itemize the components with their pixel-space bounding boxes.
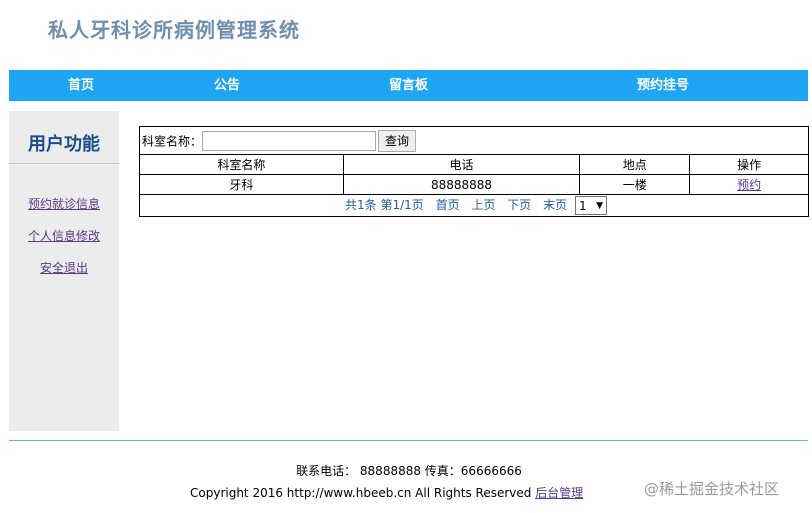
- department-search-input[interactable]: [202, 130, 377, 151]
- page-select-value: 1: [578, 198, 587, 213]
- column-header-location: 地点: [579, 154, 691, 175]
- pager-prev-link[interactable]: 上页: [471, 198, 495, 212]
- watermark-text: @稀土掘金技术社区: [644, 480, 780, 498]
- search-row: 科室名称： 查询: [139, 126, 809, 155]
- sidebar-link-appointments[interactable]: 预约就诊信息: [9, 195, 119, 212]
- sidebar-divider: [9, 163, 119, 164]
- cell-department-name: 牙科: [139, 174, 344, 195]
- department-table: 科室名称： 查询 科室名称 电话 地点 操作 牙科 88888888 一楼 预约 …: [139, 126, 809, 217]
- footer-copyright: Copyright 2016 http://www.hbeeb.cn All R…: [190, 486, 532, 500]
- pager-next-link[interactable]: 下页: [507, 198, 531, 212]
- sidebar-link-profile[interactable]: 个人信息修改: [9, 227, 119, 244]
- chevron-down-icon: ▼: [596, 200, 603, 211]
- pager-first-link[interactable]: 首页: [436, 198, 460, 212]
- pager-summary: 共1条 第1/1页: [345, 198, 424, 212]
- admin-link[interactable]: 后台管理: [535, 486, 583, 500]
- sidebar-link-logout[interactable]: 安全退出: [9, 259, 119, 276]
- cell-phone: 88888888: [342, 174, 581, 195]
- page-number-select[interactable]: 1 ▼: [574, 196, 607, 215]
- nav-item-appointment[interactable]: 预约挂号: [637, 70, 689, 101]
- nav-item-notices[interactable]: 公告: [214, 70, 240, 101]
- column-header-action: 操作: [689, 154, 809, 175]
- table-header-row: 科室名称 电话 地点 操作: [139, 154, 809, 175]
- nav-item-messageboard[interactable]: 留言板: [389, 70, 428, 101]
- top-navbar: 首页 公告 留言板 预约挂号: [9, 70, 808, 101]
- sidebar-title: 用户功能: [28, 134, 100, 155]
- user-sidebar: 用户功能 预约就诊信息 个人信息修改 安全退出: [9, 111, 119, 431]
- book-appointment-link[interactable]: 预约: [737, 178, 761, 192]
- cell-action: 预约: [689, 174, 809, 195]
- site-title: 私人牙科诊所病例管理系统: [48, 18, 300, 42]
- table-row: 牙科 88888888 一楼 预约: [139, 174, 809, 195]
- pager-row: 共1条 第1/1页 首页 上页 下页 末页 1 ▼: [139, 194, 809, 217]
- search-cell: 科室名称： 查询: [139, 126, 809, 155]
- search-button[interactable]: 查询: [378, 129, 417, 152]
- footer-copyright-line: Copyright 2016 http://www.hbeeb.cn All R…: [190, 484, 583, 501]
- pager-last-link[interactable]: 末页: [543, 198, 567, 212]
- nav-item-home[interactable]: 首页: [68, 70, 94, 101]
- search-label: 科室名称：: [142, 134, 203, 148]
- footer-divider: [9, 440, 808, 441]
- column-header-phone: 电话: [342, 154, 581, 175]
- footer-contact: 联系电话： 88888888 传真：66666666: [296, 464, 522, 478]
- pager-cell: 共1条 第1/1页 首页 上页 下页 末页 1 ▼: [139, 194, 809, 217]
- column-header-department: 科室名称: [139, 154, 344, 175]
- cell-location: 一楼: [579, 174, 691, 195]
